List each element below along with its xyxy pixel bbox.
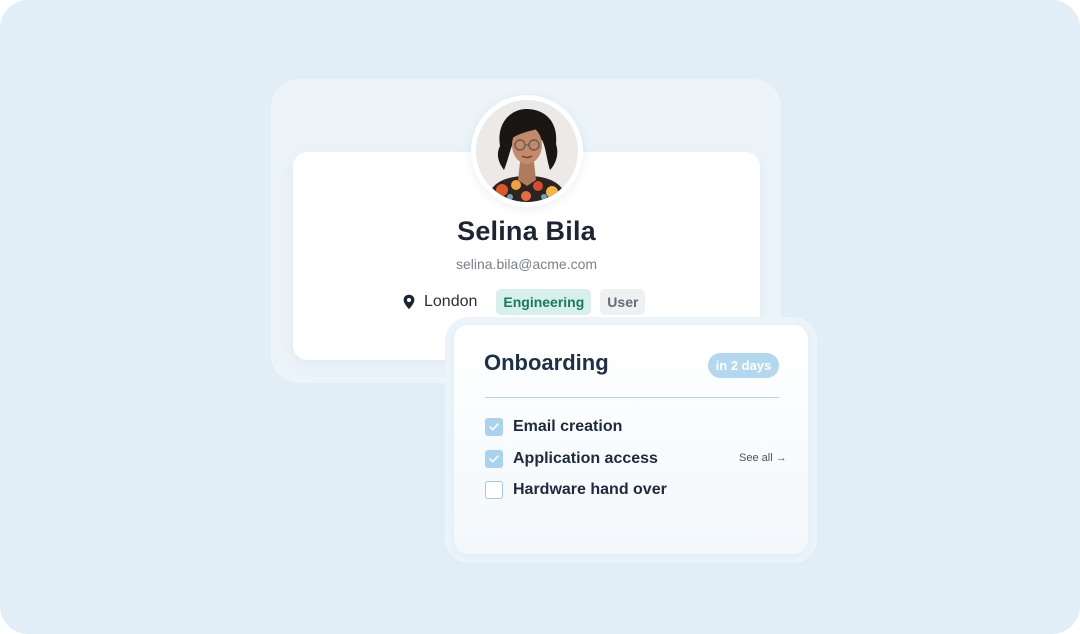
onboarding-title: Onboarding	[484, 350, 609, 375]
task-checkbox[interactable]	[485, 418, 503, 436]
avatar	[476, 100, 578, 202]
task-item-hardware-hand-over[interactable]: Hardware hand over	[485, 480, 667, 500]
due-date-badge: in 2 days	[708, 353, 779, 378]
app-canvas: Selina Bila selina.bila@acme.com London …	[0, 0, 1080, 634]
check-icon	[489, 423, 499, 431]
role-tag[interactable]: User	[600, 289, 646, 315]
check-icon	[489, 455, 499, 463]
task-label: Hardware hand over	[513, 481, 667, 498]
profile-meta-row: London Engineering User	[402, 289, 654, 315]
profile-email[interactable]: selina.bila@acme.com	[293, 256, 760, 272]
task-item-application-access[interactable]: Application access	[485, 449, 658, 469]
see-all-link[interactable]: See all →	[739, 452, 787, 464]
task-checkbox[interactable]	[485, 481, 503, 499]
location-label: London	[424, 293, 478, 310]
map-pin-icon	[402, 294, 416, 310]
task-label: Email creation	[513, 418, 623, 435]
task-item-email-creation[interactable]: Email creation	[485, 417, 622, 437]
task-label: Application access	[513, 450, 658, 467]
profile-name: Selina Bila	[457, 216, 596, 246]
divider	[485, 397, 779, 398]
task-checkbox[interactable]	[485, 450, 503, 468]
avatar-frame	[471, 95, 583, 207]
department-tag[interactable]: Engineering	[496, 289, 592, 315]
